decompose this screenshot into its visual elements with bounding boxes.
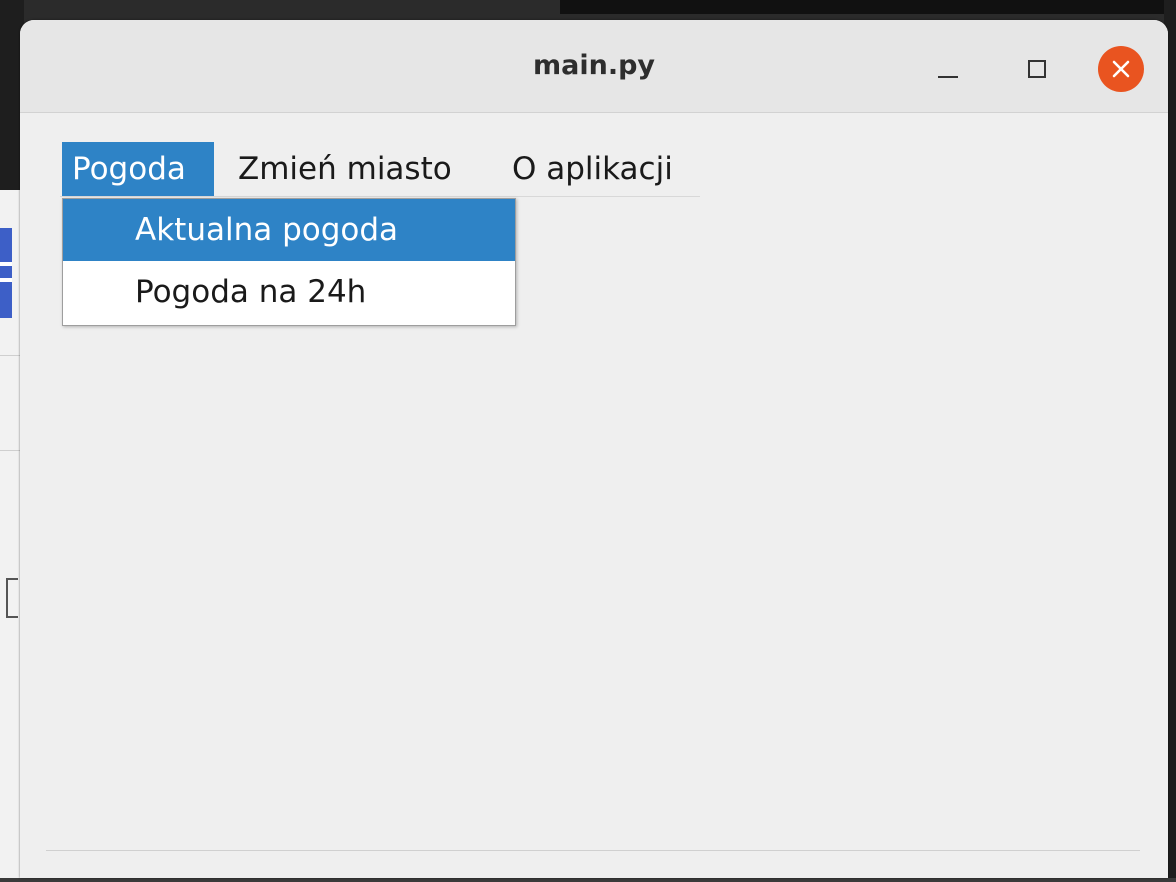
maximize-icon bbox=[1028, 60, 1046, 78]
status-bar-divider bbox=[46, 850, 1140, 851]
menu-o-aplikacji[interactable]: O aplikacji bbox=[502, 142, 683, 196]
menu-bar: Pogoda Zmień miasto O aplikacji bbox=[60, 142, 700, 197]
window-title: main.py bbox=[532, 50, 655, 81]
close-icon bbox=[1112, 60, 1130, 78]
desktop-background-top bbox=[560, 0, 1176, 14]
background-stripe bbox=[0, 262, 12, 266]
minimize-icon bbox=[938, 76, 958, 78]
desktop-background-bottom bbox=[0, 878, 1176, 882]
close-button[interactable] bbox=[1098, 46, 1144, 92]
background-app-blue-fragment bbox=[0, 228, 12, 318]
menu-item-aktualna-pogoda[interactable]: Aktualna pogoda bbox=[63, 199, 515, 261]
menu-pogoda[interactable]: Pogoda bbox=[62, 142, 214, 196]
background-stripe bbox=[0, 278, 12, 282]
background-fragment-box bbox=[6, 578, 18, 618]
maximize-button[interactable] bbox=[1016, 50, 1056, 90]
pogoda-dropdown-menu: Aktualna pogoda Pogoda na 24h bbox=[62, 198, 516, 326]
app-window: main.py Pogoda Zmień miasto O aplikacji … bbox=[20, 20, 1168, 878]
menu-item-pogoda-24h[interactable]: Pogoda na 24h bbox=[63, 261, 515, 323]
menu-zmien-miasto[interactable]: Zmień miasto bbox=[228, 142, 462, 196]
minimize-button[interactable] bbox=[928, 50, 968, 90]
title-bar[interactable]: main.py bbox=[20, 20, 1168, 113]
